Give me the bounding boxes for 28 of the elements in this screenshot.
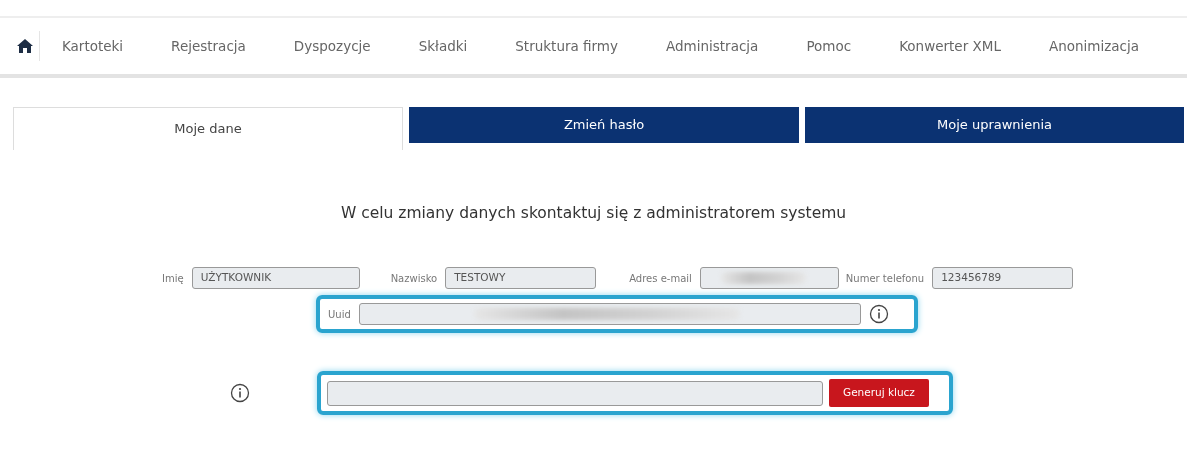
field-label: Numer telefonu [845, 271, 925, 286]
field-label: Adres e-mail [629, 271, 692, 286]
tab[interactable]: Zmień hasło [409, 107, 799, 143]
nav-link[interactable]: Pomoc [806, 35, 852, 57]
nav-link[interactable]: Administracja [666, 35, 759, 57]
nav-link[interactable]: Struktura firmy [515, 35, 618, 57]
nav-link[interactable]: Rejestracja [171, 35, 246, 57]
input-field[interactable]: TESTOWY [445, 267, 597, 290]
nav-link[interactable]: Składki [418, 35, 468, 57]
nav-link[interactable]: Dyspozycje [293, 35, 371, 57]
tab[interactable]: Moje uprawnienia [805, 107, 1184, 143]
field-label: Uuid [328, 307, 351, 322]
input-field[interactable]: 123456789 [932, 267, 1074, 290]
input-field[interactable] [327, 380, 823, 406]
input-field[interactable] [699, 267, 839, 290]
input-field[interactable] [358, 303, 861, 326]
info-icon[interactable] [230, 383, 250, 404]
info-icon[interactable] [868, 304, 889, 325]
field-label: Nazwisko [390, 271, 438, 286]
input-field[interactable]: UŻYTKOWNIK [191, 267, 360, 290]
field-label: Imię [162, 271, 184, 286]
nav-link[interactable]: Konwerter XML [899, 35, 1001, 57]
generate-key-button[interactable]: Generuj klucz [829, 379, 929, 408]
home-icon[interactable] [15, 38, 34, 54]
tab[interactable]: Moje dane [13, 107, 403, 150]
nav-link[interactable]: Anonimizacja [1048, 35, 1139, 57]
notice-text: W celu zmiany danych skontaktuj się z administratorem systemu [339, 203, 848, 224]
nav-link[interactable]: Kartoteki [61, 35, 124, 57]
